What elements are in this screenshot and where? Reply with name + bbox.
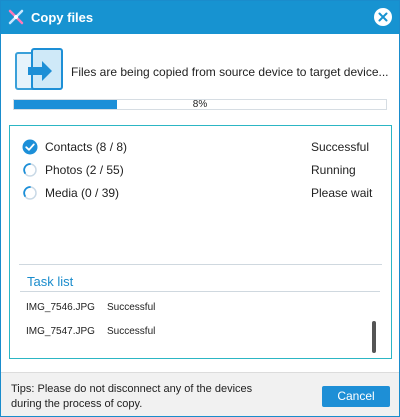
check-circle-icon <box>22 139 38 155</box>
task-label: Media (0 / 39) <box>45 186 120 200</box>
progress-bar: 8% <box>13 99 387 110</box>
task-list-divider <box>20 291 380 292</box>
spinner-icon <box>22 185 38 201</box>
close-button[interactable] <box>374 8 392 26</box>
list-item: IMG_7547.JPG Successful <box>10 325 370 341</box>
log-file-name: IMG_7547.JPG <box>26 326 95 337</box>
copy-status-text: Files are being copied from source devic… <box>71 65 389 79</box>
tasks-panel: Contacts (8 / 8) Successful Photos (2 / … <box>9 125 392 359</box>
task-status: Running <box>311 163 356 177</box>
close-icon <box>378 12 388 22</box>
footer: Tips: Please do not disconnect any of th… <box>1 372 399 416</box>
spinner-icon <box>22 162 38 178</box>
panel-divider <box>19 264 382 265</box>
app-logo-icon <box>7 8 25 26</box>
log-file-name: IMG_7546.JPG <box>26 302 95 313</box>
task-row-media: Media (0 / 39) Please wait <box>10 183 391 203</box>
task-row-photos: Photos (2 / 55) Running <box>10 160 391 180</box>
task-row-contacts: Contacts (8 / 8) Successful <box>10 137 391 157</box>
task-status: Please wait <box>311 186 373 200</box>
progress-percent: 8% <box>192 99 208 110</box>
copy-files-dialog: Copy files Files are being copied from s… <box>0 0 400 417</box>
tips-line-1: Tips: Please do not disconnect any of th… <box>11 383 253 395</box>
copy-files-icon <box>14 47 64 95</box>
scrollbar-thumb[interactable] <box>372 321 376 353</box>
title-bar[interactable]: Copy files <box>1 1 399 34</box>
window-title: Copy files <box>31 10 94 25</box>
task-list-title: Task list <box>27 274 74 289</box>
log-file-status: Successful <box>107 326 156 337</box>
cancel-button[interactable]: Cancel <box>322 386 390 407</box>
task-status: Successful <box>311 140 370 154</box>
tips-text: Tips: Please do not disconnect any of th… <box>11 382 271 412</box>
list-item: IMG_7546.JPG Successful <box>10 301 370 317</box>
task-list-log[interactable]: IMG_7546.JPG Successful IMG_7547.JPG Suc… <box>10 296 391 356</box>
task-label: Contacts (8 / 8) <box>45 140 128 154</box>
log-file-status: Successful <box>107 302 156 313</box>
task-label: Photos (2 / 55) <box>45 163 124 177</box>
tips-line-2: during the process of copy. <box>11 398 143 410</box>
